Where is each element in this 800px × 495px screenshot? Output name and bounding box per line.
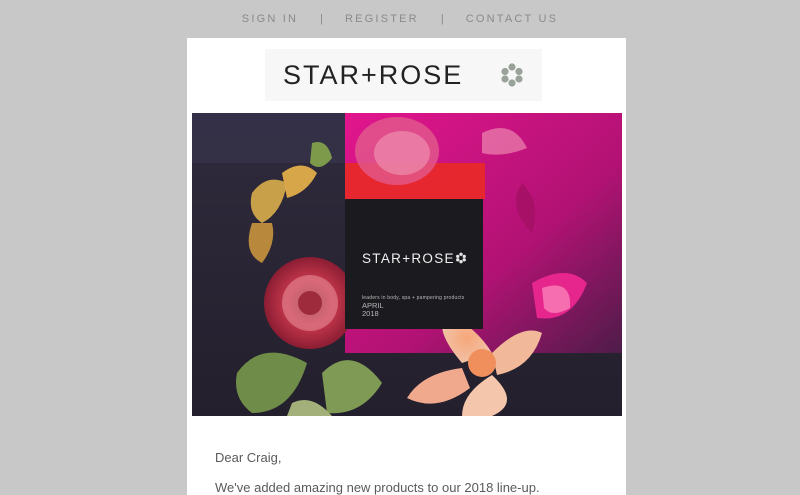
nav-separator: | <box>320 13 323 25</box>
flower-icon <box>501 63 523 87</box>
email-card: STAR+ROSE STAR+ROSE leaders in body, spa… <box>187 38 626 495</box>
hero-title-card: STAR+ROSE leaders in body, spa + pamperi… <box>345 199 483 329</box>
sign-in-link[interactable]: SIGN IN <box>242 13 298 25</box>
flower-icon <box>456 252 466 264</box>
nav-separator: | <box>440 13 444 25</box>
hero-year: 2018 <box>362 309 379 318</box>
intro-text: We've added amazing new products to our … <box>215 480 540 495</box>
header-logo[interactable]: STAR+ROSE <box>265 49 542 101</box>
logo-wordmark: STAR+ROSE <box>283 59 464 90</box>
contact-us-link[interactable]: CONTACT US <box>466 13 559 25</box>
hero-date: APRIL 2018 <box>362 302 384 318</box>
top-navigation: SIGN IN | REGISTER | CONTACT US <box>0 0 800 38</box>
register-link[interactable]: REGISTER <box>345 13 419 25</box>
greeting-text: Dear Craig, <box>215 450 282 465</box>
hero-banner[interactable]: STAR+ROSE leaders in body, spa + pamperi… <box>192 113 622 416</box>
hero-brand-text: STAR+ROSE <box>362 251 455 266</box>
